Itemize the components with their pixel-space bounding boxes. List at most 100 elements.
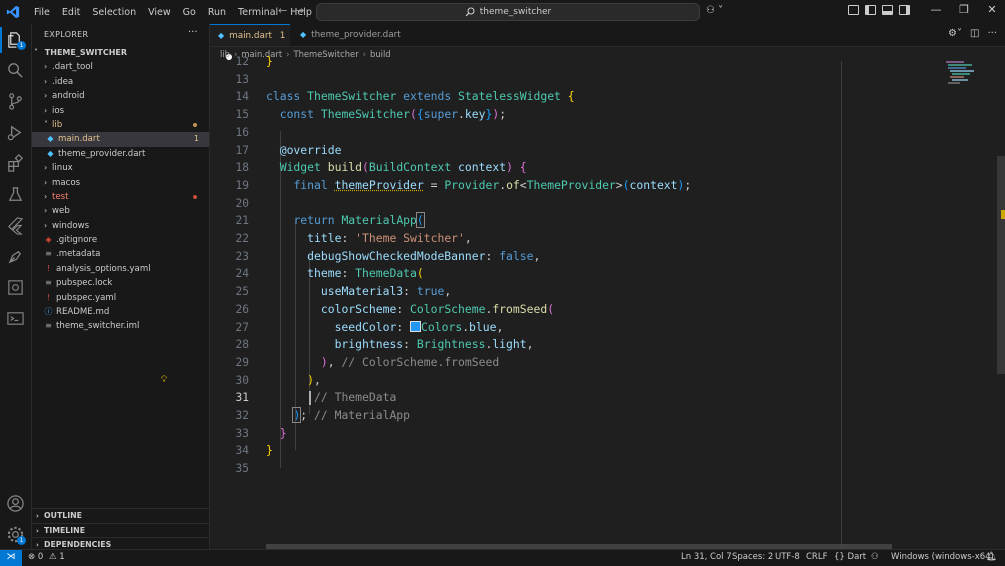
code-editor[interactable]: 12} 13 14 class ThemeSwitcher extends State… bbox=[161, 54, 1005, 551]
cursor-position[interactable]: Ln 31, Col 7 bbox=[681, 550, 732, 565]
testing-icon[interactable] bbox=[6, 185, 25, 204]
minimap[interactable] bbox=[944, 60, 1004, 90]
lightbulb-icon[interactable]: 💡︎ bbox=[161, 372, 167, 390]
menu-terminal[interactable]: Terminal bbox=[232, 7, 284, 18]
code-line[interactable]: 27 seedColor: Colors.blue, bbox=[210, 319, 1005, 337]
tree-item-label: .metadata bbox=[56, 249, 101, 260]
tab-main-dart[interactable]: ◆ main.dart 1 bbox=[210, 24, 290, 60]
split-editor-icon[interactable]: ◫ bbox=[970, 28, 979, 39]
code-line[interactable]: 29 ), // ColorScheme.fromSeed bbox=[210, 354, 1005, 372]
accounts-icon[interactable] bbox=[6, 494, 25, 513]
remote-explorer-icon[interactable] bbox=[6, 278, 25, 297]
tab-theme-provider[interactable]: ◆ theme_provider.dart bbox=[292, 24, 402, 46]
run-debug-icon[interactable] bbox=[6, 123, 25, 142]
notifications-bell-icon[interactable]: 🔔︎ bbox=[986, 550, 997, 565]
code-line[interactable]: 21 return MaterialApp( bbox=[210, 212, 1005, 230]
tree-item-macos[interactable]: › macos bbox=[32, 176, 209, 190]
more-actions-icon[interactable]: ··· bbox=[987, 28, 997, 39]
tree-item-android[interactable]: › android bbox=[32, 89, 209, 103]
customize-layout-icon[interactable] bbox=[848, 5, 859, 15]
flutter-icon[interactable] bbox=[6, 216, 25, 235]
command-center-search[interactable]: theme_switcher bbox=[316, 3, 700, 21]
tree-item-main-dart[interactable]: ◆ main.dart 1 bbox=[32, 132, 209, 147]
back-arrow-icon[interactable]: ← bbox=[278, 4, 287, 17]
code-line[interactable]: 14 class ThemeSwitcher extends StatelessW… bbox=[210, 88, 1005, 106]
code-line[interactable]: 35 bbox=[210, 460, 1005, 478]
remote-indicator-icon[interactable]: ⋊ bbox=[0, 550, 22, 566]
more-actions-icon[interactable]: ··· bbox=[188, 27, 198, 38]
code-line[interactable]: 16 bbox=[210, 124, 1005, 142]
tree-item-dart-tool[interactable]: › .dart_tool bbox=[32, 60, 209, 74]
menu-file[interactable]: File bbox=[28, 7, 56, 18]
tree-item-pubspec-lock[interactable]: ≡ pubspec.lock bbox=[32, 276, 209, 290]
tree-item-theme-provider-dart[interactable]: ◆ theme_provider.dart bbox=[32, 147, 209, 161]
tree-item-metadata[interactable]: ≡ .metadata bbox=[32, 247, 209, 261]
problems-indicator[interactable]: ⊗ 0 ⚠ 1 bbox=[28, 550, 65, 565]
language-mode[interactable]: {} Dart bbox=[834, 550, 866, 565]
code-line[interactable]: 18 Widget build(BuildContext context) { bbox=[210, 159, 1005, 177]
code-line[interactable]: 17 @override bbox=[210, 142, 1005, 160]
code-line[interactable]: 19 final themeProvider = Provider.of<The… bbox=[210, 177, 1005, 195]
menu-edit[interactable]: Edit bbox=[56, 7, 86, 18]
code-line[interactable]: 15 const ThemeSwitcher({super.key}); bbox=[210, 106, 1005, 124]
tree-item-web[interactable]: › web bbox=[32, 204, 209, 218]
tree-item-pubspec-yaml[interactable]: ! pubspec.yaml bbox=[32, 291, 209, 305]
toggle-panel-icon[interactable] bbox=[882, 5, 893, 15]
code-line[interactable]: 13 bbox=[210, 71, 1005, 89]
restore-icon[interactable]: ❐ bbox=[950, 3, 978, 16]
code-line[interactable]: 30 ), 💡︎ bbox=[161, 372, 1005, 390]
menu-selection[interactable]: Selection bbox=[86, 7, 142, 18]
copilot-icon[interactable]: ⚇ ˅ bbox=[706, 5, 723, 16]
pen-tool-icon[interactable] bbox=[6, 247, 25, 266]
forward-arrow-icon[interactable]: → bbox=[295, 4, 304, 17]
search-icon[interactable] bbox=[6, 61, 25, 80]
toggle-secondary-sidebar-icon[interactable] bbox=[899, 5, 910, 15]
code-text: } bbox=[279, 425, 287, 440]
tree-item-idea[interactable]: › .idea bbox=[32, 75, 209, 89]
code-line[interactable]: 31 // ThemeData bbox=[210, 389, 1005, 407]
indentation[interactable]: Spaces: 2 bbox=[732, 550, 773, 565]
code-line[interactable]: 22 title: 'Theme Switcher', bbox=[210, 230, 1005, 248]
section-label: OUTLINE bbox=[44, 511, 82, 520]
close-icon[interactable]: ✕ bbox=[978, 3, 1005, 16]
terminal-panel-icon[interactable] bbox=[6, 309, 25, 328]
vertical-scrollbar[interactable] bbox=[997, 156, 1005, 374]
tree-item-windows[interactable]: › windows bbox=[32, 219, 209, 233]
extensions-icon[interactable] bbox=[6, 154, 25, 173]
menu-go[interactable]: Go bbox=[177, 7, 202, 18]
project-root[interactable]: ˅ THEME_SWITCHER bbox=[32, 46, 209, 60]
tree-item-analysis-options-yaml[interactable]: ! analysis_options.yaml bbox=[32, 262, 209, 276]
code-line[interactable]: 33 } bbox=[210, 425, 1005, 443]
encoding[interactable]: UTF-8 bbox=[775, 550, 800, 565]
toggle-primary-sidebar-icon[interactable] bbox=[865, 5, 876, 15]
line-ending[interactable]: CRLF bbox=[806, 550, 827, 565]
code-line[interactable]: 26 colorScheme: ColorScheme.fromSeed( bbox=[210, 301, 1005, 319]
code-line[interactable]: 28 brightness: Brightness.light, bbox=[210, 336, 1005, 354]
tree-item-theme-switcher-iml[interactable]: ≡ theme_switcher.iml bbox=[32, 319, 209, 333]
code-line[interactable]: 32 ); // MaterialApp bbox=[210, 407, 1005, 425]
device-selector[interactable]: Windows (windows-x64) bbox=[891, 550, 994, 565]
minimize-icon[interactable]: — bbox=[922, 3, 950, 16]
menu-run[interactable]: Run bbox=[202, 7, 232, 18]
tree-item-label: theme_switcher.iml bbox=[56, 321, 140, 332]
source-control-icon[interactable] bbox=[6, 92, 25, 111]
section-outline[interactable]: › OUTLINE bbox=[32, 508, 209, 523]
tree-item-linux[interactable]: › linux bbox=[32, 161, 209, 175]
tree-item-test[interactable]: › test bbox=[32, 190, 209, 204]
code-line[interactable]: 20 bbox=[210, 195, 1005, 213]
code-text: seedColor: Colors.blue, bbox=[334, 319, 504, 334]
code-line[interactable]: 12} bbox=[210, 53, 1005, 71]
run-icon[interactable]: ⚙˅ bbox=[948, 28, 962, 39]
tree-item-lib[interactable]: ˅ lib bbox=[32, 118, 209, 132]
menu-view[interactable]: View bbox=[142, 7, 177, 18]
code-line[interactable]: 23 debugShowCheckedModeBanner: false, bbox=[210, 248, 1005, 266]
tree-item-gitignore[interactable]: ◈ .gitignore bbox=[32, 233, 209, 247]
code-line[interactable]: 25 useMaterial3: true, bbox=[210, 283, 1005, 301]
tree-item-ios[interactable]: › ios bbox=[32, 104, 209, 118]
code-line[interactable]: 34} bbox=[210, 442, 1005, 460]
chevron-right-icon: › bbox=[44, 191, 48, 201]
text-cursor bbox=[309, 391, 311, 406]
section-timeline[interactable]: › TIMELINE bbox=[32, 522, 209, 538]
tree-item-readme-md[interactable]: ⓘ README.md bbox=[32, 305, 209, 319]
code-line[interactable]: 24 theme: ThemeData( bbox=[210, 265, 1005, 283]
